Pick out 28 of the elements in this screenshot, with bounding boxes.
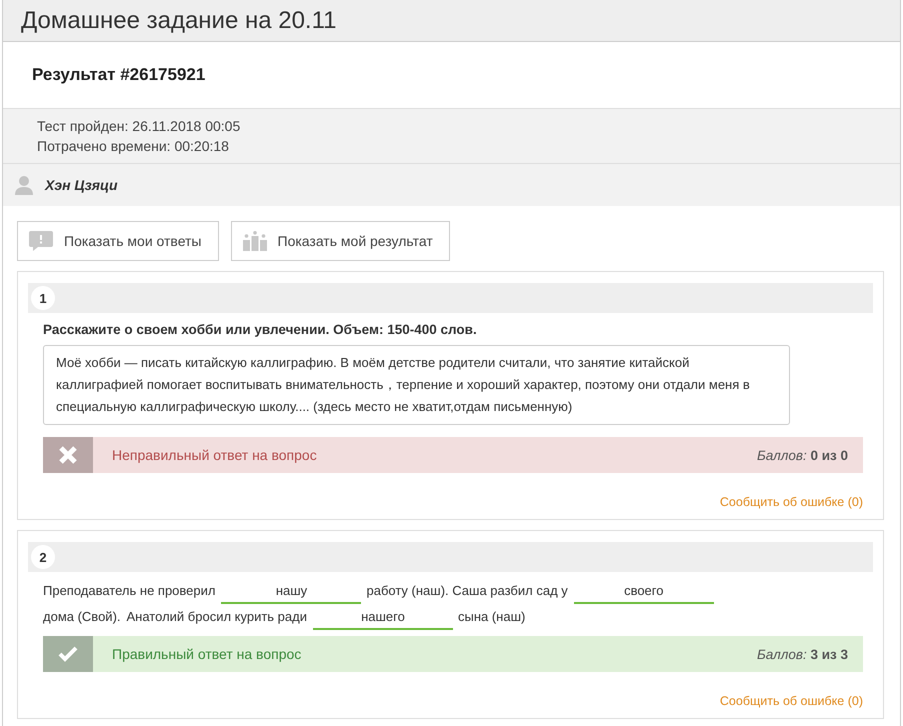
sentence-text: дома (Свой).: [43, 609, 121, 624]
question-number: 1: [31, 286, 55, 310]
question-number: 2: [31, 545, 55, 569]
cross-icon: [59, 446, 77, 464]
page-title: Домашнее задание на 20.11: [21, 6, 337, 34]
sentence-text: Преподаватель не проверил: [43, 583, 216, 598]
score-text: Баллов: 3 из 3: [757, 646, 848, 662]
user-name: Хэн Цзяци: [45, 177, 118, 193]
sentence-text: сына (наш): [458, 609, 526, 624]
result-meta: Потрачено времени: 00:20:18: [37, 137, 230, 156]
question-bubble-icon: [29, 231, 53, 251]
verdict-text: Неправильный ответ на вопрос: [112, 447, 318, 463]
score-text: Баллов: 0 из 0: [757, 448, 848, 462]
podium-icon: [242, 231, 266, 251]
result-heading: Результат #26175921: [32, 65, 206, 85]
question-prompt: Расскажите о своем хобби или увлечении. Объем: 150-400 слов.: [43, 322, 478, 337]
show-button[interactable]: Показать мой результат: [230, 221, 450, 261]
user-icon: [15, 175, 33, 195]
fill-in-line: своего: [574, 580, 714, 604]
verdict-text: Правильный ответ на вопрос: [112, 646, 302, 662]
answer-box: Моё хобби — писать китайскую каллиграфию. В моём детстве родители считали, что занятие китайской каллиграфией помогает воспитывать внимательность，терпение и хороший характер, поэтому они отдали меня в специальную каллиграфическую школу.... (здесь место не хватит,отдам письменную): [43, 345, 790, 425]
show-button[interactable]: Показать мои ответы: [17, 221, 218, 261]
result-meta: Тест пройден: 26.11.2018 00:05: [37, 117, 242, 136]
sentence-text: Анатолий бросил курить ради: [126, 609, 307, 624]
check-icon: [58, 646, 78, 662]
fill-in-line: нашу: [221, 580, 362, 604]
fill-in-line: нашего: [312, 606, 453, 630]
sentence-text: работу (наш). Саша разбил сад у: [366, 583, 568, 598]
